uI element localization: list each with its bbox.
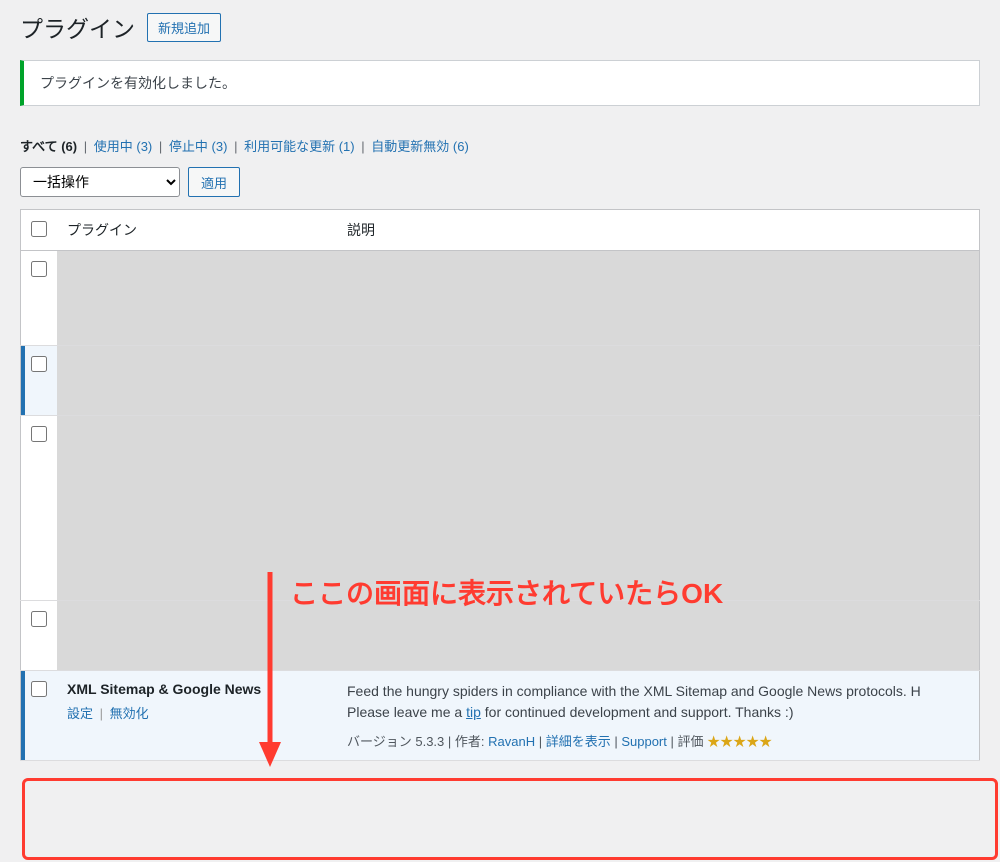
- filter-inactive[interactable]: 停止中 (3): [169, 139, 228, 154]
- annotation-highlight-box: [22, 778, 998, 860]
- redacted-content: [57, 251, 980, 346]
- annotation-text: ここの画面に表示されていたらOK: [290, 572, 723, 612]
- row-checkbox[interactable]: [31, 356, 47, 372]
- filter-auto-disabled[interactable]: 自動更新無効 (6): [371, 139, 469, 154]
- filter-links: すべて (6) | 使用中 (3) | 停止中 (3) | 利用可能な更新 (1…: [20, 136, 980, 155]
- plugin-meta: バージョン 5.3.3 | 作者: RavanH | 詳細を表示 | Suppo…: [347, 731, 969, 750]
- filter-all[interactable]: すべて (6): [20, 139, 77, 154]
- filter-updates[interactable]: 利用可能な更新 (1): [244, 139, 355, 154]
- tip-link[interactable]: tip: [466, 704, 481, 720]
- apply-button[interactable]: 適用: [188, 167, 240, 197]
- rating-stars-icon: ★★★★★: [707, 734, 772, 749]
- row-checkbox[interactable]: [31, 261, 47, 277]
- plugin-name: XML Sitemap & Google News: [67, 681, 327, 697]
- notice-message: プラグインを有効化しました。: [40, 75, 236, 91]
- notice-success: プラグインを有効化しました。: [20, 60, 980, 106]
- table-row-xml-sitemap: XML Sitemap & Google News 設定 | 無効化 Feed …: [21, 671, 980, 761]
- col-description: 説明: [337, 210, 980, 251]
- plugins-table: プラグイン 説明 XML: [20, 209, 980, 761]
- filter-active[interactable]: 使用中 (3): [94, 139, 153, 154]
- table-row: [21, 251, 980, 346]
- details-link[interactable]: 詳細を表示: [546, 734, 611, 749]
- row-checkbox[interactable]: [31, 611, 47, 627]
- table-row: [21, 346, 980, 416]
- annotation-arrow-icon: [255, 572, 285, 767]
- row-checkbox[interactable]: [31, 426, 47, 442]
- author-link[interactable]: RavanH: [488, 734, 535, 749]
- plugin-settings-link[interactable]: 設定: [67, 706, 93, 721]
- row-checkbox[interactable]: [31, 681, 47, 697]
- bulk-action-select[interactable]: 一括操作: [20, 167, 180, 197]
- plugin-description: Feed the hungry spiders in compliance wi…: [347, 681, 969, 723]
- add-new-button[interactable]: 新規追加: [147, 13, 221, 42]
- page-title: プラグイン: [20, 10, 135, 44]
- select-all-checkbox[interactable]: [31, 221, 47, 237]
- plugin-deactivate-link[interactable]: 無効化: [110, 706, 149, 721]
- support-link[interactable]: Support: [621, 734, 667, 749]
- redacted-content: [57, 346, 980, 416]
- col-plugin: プラグイン: [57, 210, 337, 251]
